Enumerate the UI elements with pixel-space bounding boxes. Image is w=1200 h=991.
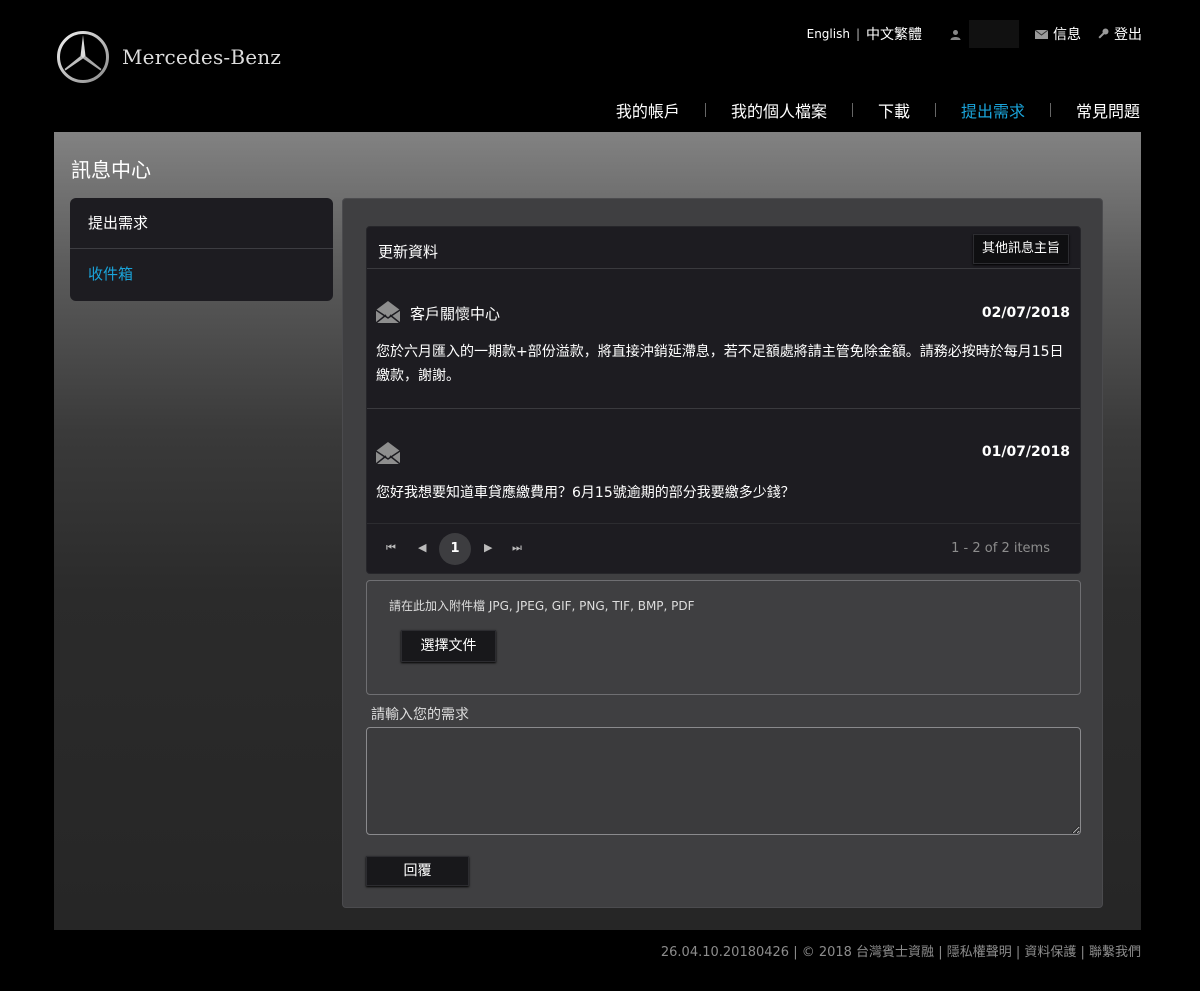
nav-download[interactable]: 下載 <box>878 98 910 122</box>
prev-page-icon[interactable]: ◀ <box>418 541 426 554</box>
other-topics-button[interactable]: 其他訊息主旨 <box>972 234 1069 264</box>
nav-divider <box>934 103 936 117</box>
current-page-button[interactable]: 1 <box>439 533 471 565</box>
sidebar-item-inbox[interactable]: 收件箱 <box>70 249 333 300</box>
brand-logo[interactable]: Mercedes-Benz <box>56 30 281 84</box>
message-item: 01/07/2018 您好我想要知道車貸應繳費用？6月15號逾期的部分我要繳多少… <box>367 410 1080 524</box>
user-account[interactable] <box>950 20 1019 48</box>
logout-link[interactable]: 登出 <box>1097 24 1142 44</box>
pagination: ⏮ ◀ 1 ▶ ⏭ 1 - 2 of 2 items <box>367 524 1080 573</box>
top-bar: Mercedes-Benz English | 中文繁體 信息 登出 我的帳戶 … <box>0 0 1200 132</box>
footer: 26.04.10.20180426 | © 2018 台灣賓士資融 | 隱私權聲… <box>660 945 1141 960</box>
user-name-box <box>969 20 1019 48</box>
main-content: 訊息中心 提出需求 收件箱 更新資料 其他訊息主旨 客戶關懷中心 02/07/2… <box>54 132 1141 930</box>
message-body: 您於六月匯入的一期款+部份溢款，將直接沖銷延滯息，若不足額處將請主管免除金額。請… <box>376 344 1064 384</box>
main-nav: 我的帳戶 我的個人檔案 下載 提出需求 常見問題 <box>616 98 1140 122</box>
lang-english-link[interactable]: English <box>807 27 850 41</box>
message-date: 02/07/2018 <box>981 305 1070 321</box>
messages-link[interactable]: 信息 <box>1035 24 1081 44</box>
request-textarea[interactable] <box>366 727 1081 835</box>
messages-label: 信息 <box>1053 27 1081 43</box>
message-date: 01/07/2018 <box>981 444 1070 460</box>
envelope-open-icon <box>376 442 400 464</box>
nav-divider <box>704 103 706 117</box>
message-list: 更新資料 其他訊息主旨 客戶關懷中心 02/07/2018 您於六月匯入的一期款… <box>366 226 1081 574</box>
utility-nav: English | 中文繁體 信息 登出 <box>807 20 1142 48</box>
message-subject-title: 更新資料 <box>378 243 439 261</box>
nav-divider <box>1049 103 1051 117</box>
choose-file-button[interactable]: 選擇文件 <box>401 630 496 662</box>
key-icon <box>1098 28 1109 39</box>
last-page-icon[interactable]: ⏭ <box>512 541 522 555</box>
nav-faq[interactable]: 常見問題 <box>1076 98 1140 122</box>
sidebar: 提出需求 收件箱 <box>70 198 333 301</box>
nav-divider <box>851 103 853 117</box>
lang-separator: | <box>855 27 860 41</box>
page-title: 訊息中心 <box>71 158 151 182</box>
user-icon <box>950 29 961 40</box>
brand-name: Mercedes-Benz <box>122 45 282 69</box>
message-panel: 更新資料 其他訊息主旨 客戶關懷中心 02/07/2018 您於六月匯入的一期款… <box>342 198 1103 908</box>
lang-chinese-link[interactable]: 中文繁體 <box>866 24 922 44</box>
pagination-info: 1 - 2 of 2 items <box>951 541 1050 556</box>
envelope-open-icon <box>376 301 400 323</box>
message-sender: 客戶關懷中心 <box>410 305 501 323</box>
nav-my-profile[interactable]: 我的個人檔案 <box>731 98 827 122</box>
message-body: 您好我想要知道車貸應繳費用？6月15號逾期的部分我要繳多少錢？ <box>376 485 795 501</box>
attachment-hint: 請在此加入附件檔 JPG, JPEG, GIF, PNG, TIF, BMP, … <box>389 599 695 613</box>
first-page-icon[interactable]: ⏮ <box>386 541 396 555</box>
sidebar-item-submit-request[interactable]: 提出需求 <box>70 198 333 249</box>
nav-submit-request[interactable]: 提出需求 <box>961 98 1025 122</box>
reply-button[interactable]: 回覆 <box>366 856 469 886</box>
request-label: 請輸入您的需求 <box>371 707 469 723</box>
mail-icon <box>1035 29 1048 39</box>
nav-my-account[interactable]: 我的帳戶 <box>616 98 680 122</box>
message-item: 客戶關懷中心 02/07/2018 您於六月匯入的一期款+部份溢款，將直接沖銷延… <box>367 269 1080 409</box>
logout-label: 登出 <box>1114 27 1142 43</box>
message-list-header: 更新資料 其他訊息主旨 <box>367 227 1080 269</box>
next-page-icon[interactable]: ▶ <box>484 541 492 554</box>
mercedes-star-icon <box>57 31 109 83</box>
attachment-box: 請在此加入附件檔 JPG, JPEG, GIF, PNG, TIF, BMP, … <box>366 580 1081 695</box>
